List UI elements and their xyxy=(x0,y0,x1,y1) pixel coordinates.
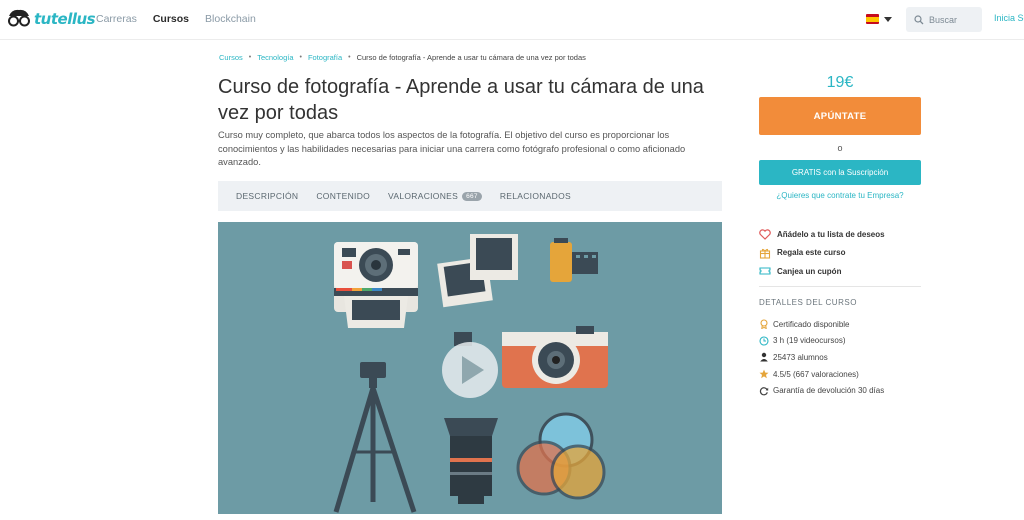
color-filters-icon xyxy=(516,412,606,500)
detail-guarantee: Garantía de devolución 30 días xyxy=(759,382,939,399)
spain-flag-icon[interactable] xyxy=(866,14,879,24)
refresh-icon xyxy=(759,386,769,396)
nav-carreras[interactable]: Carreras xyxy=(96,13,137,25)
photo-prints-icon xyxy=(437,234,518,308)
gift-label: Regala este curso xyxy=(777,248,846,258)
tab-contenido[interactable]: CONTENIDO xyxy=(316,191,370,201)
breadcrumb-tecnologia[interactable]: Tecnología xyxy=(257,53,293,62)
tab-label: DESCRIPCIÓN xyxy=(236,191,299,201)
breadcrumb-separator: • xyxy=(348,54,351,61)
search-box[interactable] xyxy=(906,7,982,32)
top-bar: tutellus Carreras Cursos Blockchain Inic… xyxy=(0,0,1024,40)
nav-cursos[interactable]: Cursos xyxy=(153,13,189,25)
course-tabs: DESCRIPCIÓN CONTENIDO VALORACIONES 667 RE… xyxy=(218,181,722,211)
or-separator: o xyxy=(837,143,843,153)
logo-text: tutellus xyxy=(34,10,96,28)
course-actions: Añádelo a tu lista de deseos Regala este… xyxy=(759,225,921,281)
login-link[interactable]: Inicia Ses xyxy=(994,13,1024,23)
detail-students: 25473 alumnos xyxy=(759,349,939,366)
film-roll-icon xyxy=(550,238,598,282)
detail-duration: 3 h (19 videocursos) xyxy=(759,333,939,350)
breadcrumb: Cursos • Tecnología • Fotografía • Curso… xyxy=(219,53,586,62)
enroll-button[interactable]: APÚNTATE xyxy=(759,97,921,135)
gift-icon xyxy=(759,247,771,259)
company-link-text[interactable]: Empresa? xyxy=(867,191,903,200)
star-icon xyxy=(759,369,769,379)
details-title: DETALLES DEL CURSO xyxy=(759,298,857,307)
tab-label: RELACIONADOS xyxy=(499,191,571,201)
wishlist-label: Añádelo a tu lista de deseos xyxy=(777,229,885,239)
detail-label: 3 h (19 videocursos) xyxy=(773,336,846,346)
course-price: 19€ xyxy=(826,74,854,91)
camera-illustration xyxy=(333,234,608,513)
play-button-icon xyxy=(442,342,498,398)
detail-label: Garantía de devolución 30 días xyxy=(773,386,885,396)
tab-relacionados[interactable]: RELACIONADOS xyxy=(500,191,571,201)
tab-label: CONTENIDO xyxy=(316,191,371,201)
search-icon xyxy=(914,14,924,24)
logo[interactable]: tutellus xyxy=(6,6,96,32)
subscription-button[interactable]: GRATIS con la Suscripción xyxy=(759,160,921,185)
tab-label: VALORACIONES xyxy=(388,191,459,201)
course-description: Curso muy completo, que abarca todos los… xyxy=(218,130,686,167)
breadcrumb-separator: • xyxy=(248,54,252,61)
breadcrumb-separator: • xyxy=(299,54,302,61)
tab-descripcion[interactable]: DESCRIPCIÓN xyxy=(236,191,298,201)
breadcrumb-cursos[interactable]: Cursos xyxy=(219,53,243,62)
heart-icon xyxy=(759,228,771,240)
page-title: Curso de fotografía - Aprende a usar tu … xyxy=(218,76,704,124)
detail-certificate: Certificado disponible xyxy=(759,316,939,333)
coupon-label: Canjea un cupón xyxy=(777,266,842,276)
company-link[interactable]: ¿Quieres que contrate tu Empresa? xyxy=(759,191,921,200)
coupon-icon xyxy=(759,265,771,277)
reviews-count-badge: 667 xyxy=(462,191,482,201)
company-link-prefix: ¿Quieres que contrate tu xyxy=(776,191,868,200)
breadcrumb-fotografia[interactable]: Fotografía xyxy=(308,53,342,62)
tab-valoraciones[interactable]: VALORACIONES 667 xyxy=(388,191,482,201)
polaroid-camera-icon xyxy=(334,242,418,328)
breadcrumb-current: Curso de fotografía - Aprende a usar tu … xyxy=(356,53,586,62)
sidebar-divider xyxy=(759,286,921,287)
user-icon xyxy=(759,352,769,362)
nav-blockchain[interactable]: Blockchain xyxy=(205,13,256,25)
wishlist-action[interactable]: Añádelo a tu lista de deseos xyxy=(759,225,921,244)
coupon-action[interactable]: Canjea un cupón xyxy=(759,262,921,281)
tripod-icon xyxy=(333,362,417,513)
gift-action[interactable]: Regala este curso xyxy=(759,244,921,263)
language-dropdown-icon[interactable] xyxy=(884,17,892,22)
camera-lens-icon xyxy=(444,418,498,504)
course-video-preview[interactable] xyxy=(218,222,722,514)
course-details: Certificado disponible 3 h (19 videocurs… xyxy=(759,316,939,399)
detail-rating: 4.5/5 (667 valoraciones) xyxy=(759,366,939,383)
certificate-icon xyxy=(759,319,769,330)
glasses-logo-icon xyxy=(8,9,30,27)
clock-icon xyxy=(759,336,769,346)
search-input[interactable] xyxy=(929,14,979,25)
detail-label: 25473 alumnos xyxy=(773,352,828,362)
detail-label: Certificado disponible xyxy=(773,319,850,329)
retro-camera-icon xyxy=(502,326,608,388)
detail-label: 4.5/5 (667 valoraciones) xyxy=(773,369,859,379)
main-nav: Carreras Cursos Blockchain xyxy=(96,13,256,25)
